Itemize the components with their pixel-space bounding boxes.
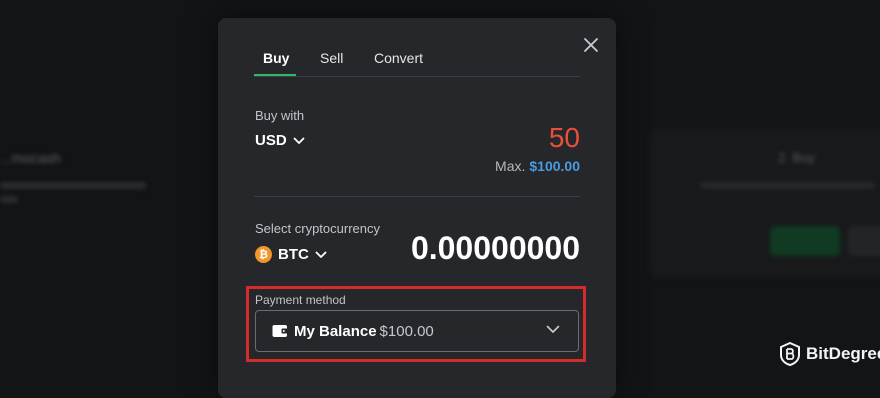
close-icon: [584, 38, 598, 52]
select-crypto-label: Select cryptocurrency: [255, 221, 380, 236]
btc-icon: ₿: [255, 246, 272, 263]
active-tab-indicator: [254, 74, 296, 76]
background-left-line: [0, 182, 146, 189]
payment-method-select[interactable]: My Balance $100.00: [255, 310, 579, 352]
chevron-down-icon: [546, 325, 560, 333]
background-green-button: [770, 226, 840, 256]
background-right-line: [700, 182, 875, 189]
chevron-down-icon: [315, 251, 327, 258]
max-amount-link[interactable]: $100.00: [529, 158, 580, 174]
fiat-currency-value: USD: [255, 132, 287, 149]
background-dark-button: [848, 226, 880, 256]
chevron-down-icon: [293, 137, 305, 144]
watermark-brand-text: BitDegree: [806, 344, 880, 363]
buy-crypto-modal: Buy Sell Convert Buy with USD 50 Max. $10…: [218, 18, 616, 398]
payment-method-name: My Balance: [294, 323, 377, 340]
background-right-title: 2. Buy: [778, 150, 815, 165]
tab-buy[interactable]: Buy: [263, 50, 289, 66]
tab-bar: Buy Sell Convert: [254, 44, 580, 77]
close-button[interactable]: [580, 34, 602, 56]
payment-method-label: Payment method: [255, 293, 346, 307]
background-right-card: [648, 128, 880, 278]
crypto-currency-selector[interactable]: ₿ BTC: [255, 246, 327, 263]
wallet-icon: [272, 325, 288, 337]
payment-method-value: My Balance $100.00: [294, 323, 434, 340]
max-label: Max.: [495, 158, 526, 174]
background-left-line: [0, 196, 18, 203]
crypto-currency-value: BTC: [278, 246, 309, 263]
crypto-amount-value: 0.00000000: [410, 230, 580, 266]
tab-convert[interactable]: Convert: [374, 50, 423, 66]
fiat-amount-input[interactable]: 50: [549, 122, 580, 154]
buy-with-label: Buy with: [255, 108, 305, 123]
background-left-title: ...mocash: [0, 150, 61, 166]
bitdegree-watermark: BitDegree: [780, 342, 880, 366]
fiat-currency-selector[interactable]: USD: [255, 132, 305, 149]
section-divider: [254, 196, 580, 197]
tab-sell[interactable]: Sell: [320, 50, 343, 66]
bitdegree-logo-icon: [780, 342, 800, 366]
max-amount-row: Max. $100.00: [495, 158, 580, 174]
payment-method-balance: $100.00: [379, 323, 434, 340]
